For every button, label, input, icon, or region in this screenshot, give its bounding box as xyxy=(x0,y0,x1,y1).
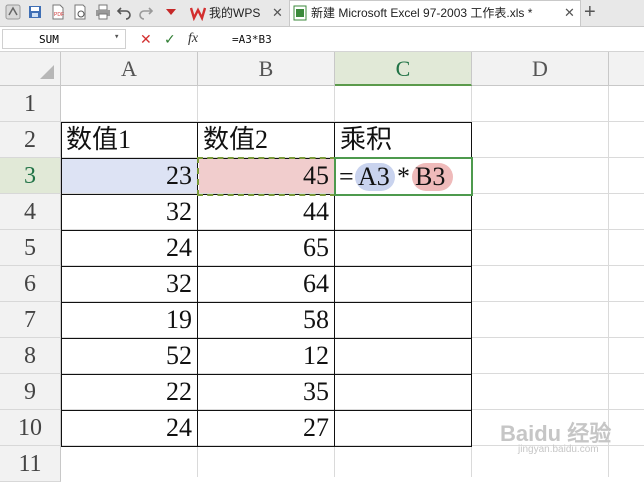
insert-function-button[interactable]: fx xyxy=(188,30,198,48)
select-all-corner[interactable] xyxy=(0,52,61,86)
cell-b9[interactable]: 35 xyxy=(198,374,335,410)
cell-a7[interactable]: 19 xyxy=(61,302,198,338)
new-tab-button[interactable]: + xyxy=(584,1,596,23)
redo-icon[interactable] xyxy=(138,4,154,20)
chevron-down-icon[interactable]: ▾ xyxy=(114,32,119,42)
formula-ref-a3: A3 xyxy=(358,162,390,191)
row-header-9[interactable]: 9 xyxy=(0,374,61,410)
row-header-2[interactable]: 2 xyxy=(0,122,61,158)
confirm-icon[interactable]: ✓ xyxy=(164,30,176,48)
app-logo-icon[interactable] xyxy=(5,4,21,20)
cell-a2[interactable]: 数值1 xyxy=(61,122,198,158)
column-header-a[interactable]: A xyxy=(61,52,198,86)
watermark-url: jingyan.baidu.com xyxy=(518,444,599,455)
cell-b10[interactable]: 27 xyxy=(198,410,335,446)
close-icon[interactable]: ✕ xyxy=(564,1,575,25)
cancel-icon[interactable]: ✕ xyxy=(140,30,152,48)
cell-c2[interactable]: 乘积 xyxy=(335,122,472,158)
cell-b5[interactable]: 65 xyxy=(198,230,335,266)
customize-dropdown-icon[interactable] xyxy=(163,4,179,20)
column-header-d[interactable]: D xyxy=(472,52,609,86)
tab-label: 我的WPS xyxy=(209,6,261,20)
cell-b4[interactable]: 44 xyxy=(198,194,335,230)
cell-b6[interactable]: 64 xyxy=(198,266,335,302)
name-box[interactable]: SUM ▾ xyxy=(2,29,126,49)
cell-b8[interactable]: 12 xyxy=(198,338,335,374)
tab-label: 新建 Microsoft Excel 97-2003 工作表.xls * xyxy=(311,6,533,20)
spreadsheet-file-icon xyxy=(293,5,307,21)
tab-excel-workbook[interactable]: 新建 Microsoft Excel 97-2003 工作表.xls * ✕ xyxy=(289,0,581,26)
wps-logo-icon xyxy=(190,7,206,21)
column-header-c[interactable]: C xyxy=(335,52,472,86)
row-header-3[interactable]: 3 xyxy=(0,158,61,194)
title-bar: PDF 我的WPS ✕ 新建 Microsoft Excel 97-2003 工… xyxy=(0,0,644,27)
row-header-6[interactable]: 6 xyxy=(0,266,61,302)
cell-a10[interactable]: 24 xyxy=(61,410,198,446)
spreadsheet-grid[interactable]: A B C D 1 2 3 4 5 6 7 8 9 10 11 数值1 数值2 … xyxy=(0,52,644,482)
save-icon[interactable] xyxy=(27,4,43,20)
cell-a9[interactable]: 22 xyxy=(61,374,198,410)
row-header-4[interactable]: 4 xyxy=(0,194,61,230)
svg-text:PDF: PDF xyxy=(54,12,64,18)
cell-a6[interactable]: 32 xyxy=(61,266,198,302)
cell-a5[interactable]: 24 xyxy=(61,230,198,266)
column-header-b[interactable]: B xyxy=(198,52,335,86)
close-icon[interactable]: ✕ xyxy=(272,1,283,25)
row-header-10[interactable]: 10 xyxy=(0,410,61,446)
cell-a3[interactable]: 23 xyxy=(61,158,198,194)
print-icon[interactable] xyxy=(95,4,111,20)
cell-b3[interactable]: 45 xyxy=(198,158,335,194)
row-header-1[interactable]: 1 xyxy=(0,86,61,122)
formula-equals: = xyxy=(339,162,354,191)
cell-a4[interactable]: 32 xyxy=(61,194,198,230)
column-header-e[interactable] xyxy=(609,52,644,86)
tab-my-wps[interactable]: 我的WPS ✕ xyxy=(188,1,288,25)
undo-icon[interactable] xyxy=(116,4,132,20)
formula-bar: SUM ▾ ✕ ✓ fx =A3*B3 xyxy=(0,27,644,52)
export-pdf-icon[interactable]: PDF xyxy=(50,4,66,20)
name-box-value: SUM xyxy=(39,33,59,46)
formula-input[interactable]: =A3*B3 xyxy=(232,33,272,46)
row-header-8[interactable]: 8 xyxy=(0,338,61,374)
formula-ref-b3: B3 xyxy=(415,162,446,191)
row-header-5[interactable]: 5 xyxy=(0,230,61,266)
cell-b2[interactable]: 数值2 xyxy=(198,122,335,158)
formula-operator: * xyxy=(397,162,410,191)
print-preview-icon[interactable] xyxy=(72,4,88,20)
cell-a8[interactable]: 52 xyxy=(61,338,198,374)
row-header-7[interactable]: 7 xyxy=(0,302,61,338)
cell-b7[interactable]: 58 xyxy=(198,302,335,338)
